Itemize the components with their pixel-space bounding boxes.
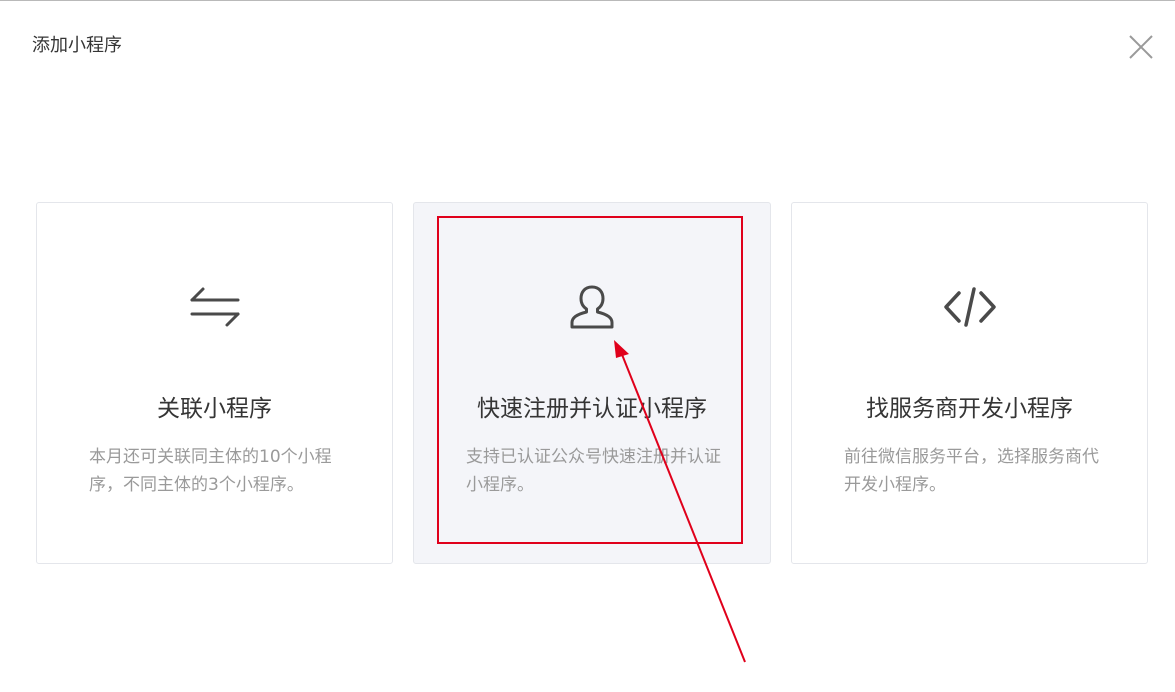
card-title: 关联小程序 <box>157 396 272 422</box>
user-icon <box>570 285 614 329</box>
card-quick-register[interactable]: 快速注册并认证小程序 支持已认证公众号快速注册并认证小程序。 <box>413 202 771 564</box>
close-icon <box>1129 35 1153 59</box>
code-icon <box>943 287 996 327</box>
card-find-service-provider[interactable]: 找服务商开发小程序 前往微信服务平台，选择服务商代开发小程序。 <box>791 202 1148 564</box>
card-description: 本月还可关联同主体的10个小程序，不同主体的3个小程序。 <box>89 447 332 495</box>
dialog-title: 添加小程序 <box>32 35 122 56</box>
top-border <box>0 0 1175 1</box>
close-button[interactable] <box>1126 32 1156 62</box>
card-title: 找服务商开发小程序 <box>866 396 1073 422</box>
card-link-mini-program[interactable]: 关联小程序 本月还可关联同主体的10个小程序，不同主体的3个小程序。 <box>36 202 393 564</box>
card-description: 前往微信服务平台，选择服务商代开发小程序。 <box>844 447 1099 495</box>
swap-arrows-icon <box>190 287 239 327</box>
card-title: 快速注册并认证小程序 <box>477 396 707 422</box>
card-description: 支持已认证公众号快速注册并认证小程序。 <box>466 447 721 495</box>
